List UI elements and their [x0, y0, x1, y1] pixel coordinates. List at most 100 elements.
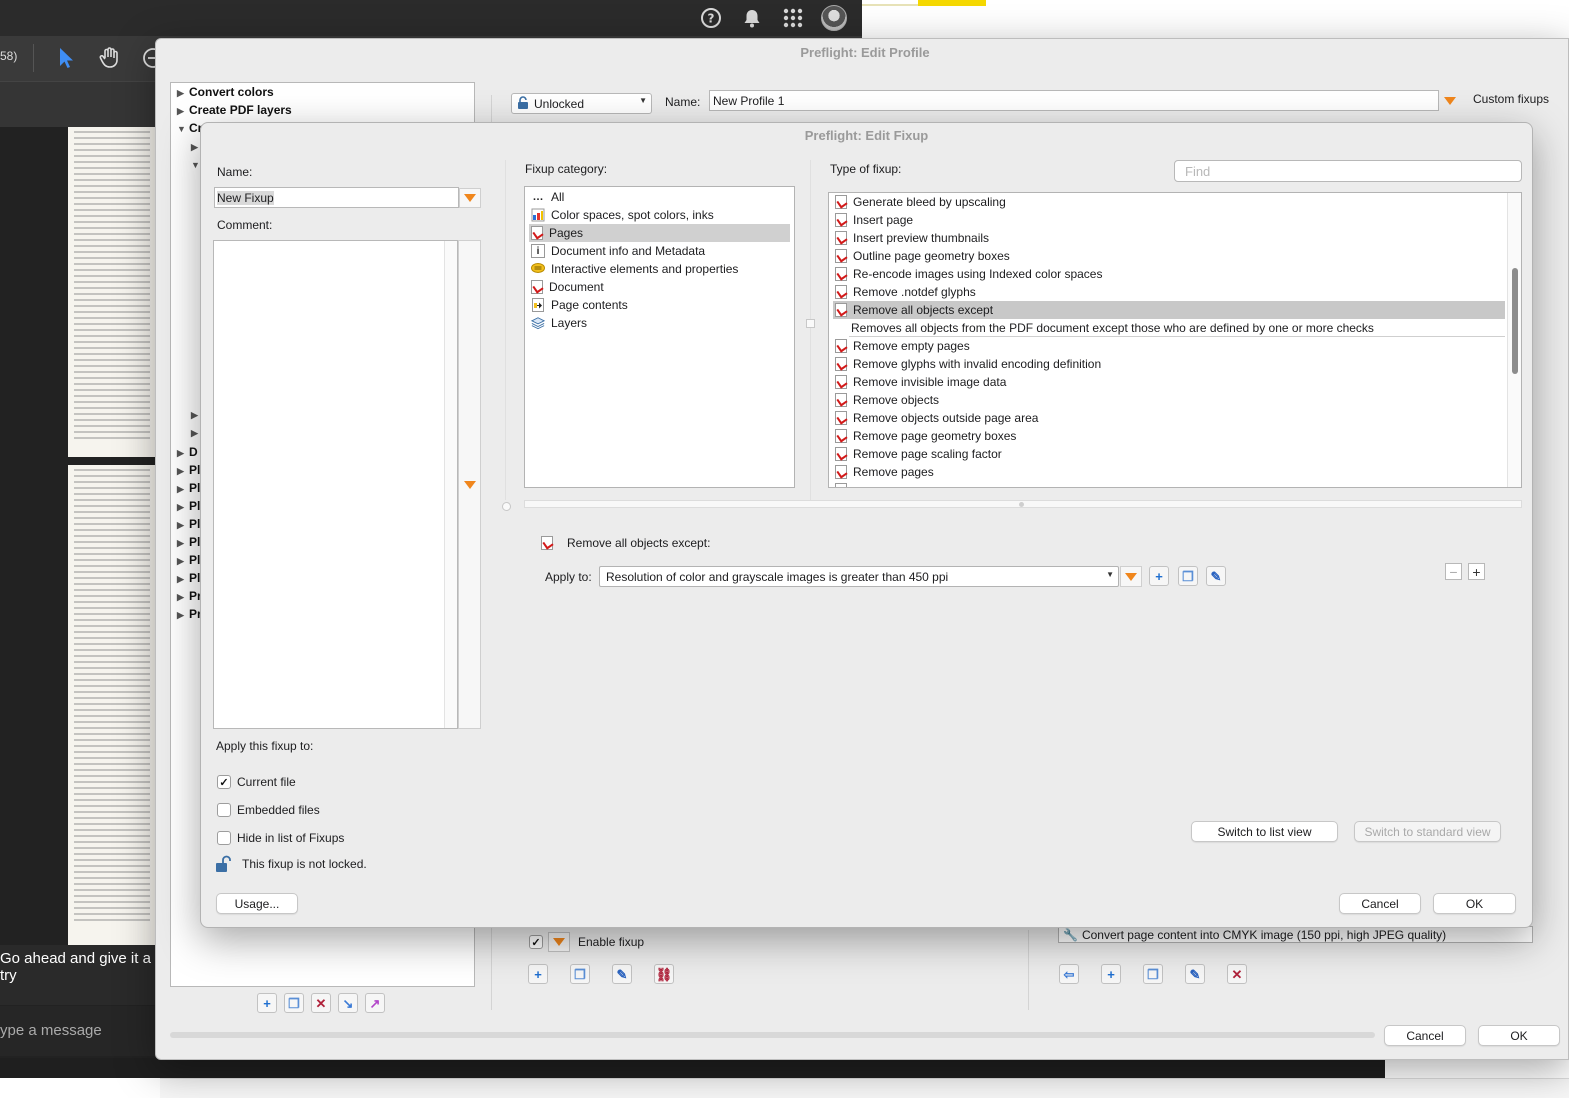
disclosure-right-icon[interactable]: ▶ [177, 574, 189, 585]
switch-to-list-view-button[interactable]: Switch to list view [1191, 821, 1338, 842]
embedded-files-checkbox[interactable] [217, 803, 231, 817]
avatar[interactable] [821, 5, 847, 31]
comment-scrollbar[interactable] [444, 241, 457, 728]
fixup-cancel-button[interactable]: Cancel [1339, 893, 1421, 914]
hide-in-list-checkbox[interactable] [217, 831, 231, 845]
fixup-category-list[interactable]: … All Color spaces, spot colors, inks Pag… [524, 186, 795, 488]
category-item-document[interactable]: Document [529, 278, 790, 296]
fixup-type-item[interactable]: Remove invisible image data [833, 373, 1505, 391]
profile-cancel-button[interactable]: Cancel [1384, 1025, 1466, 1046]
fixup-name-menu-button[interactable] [459, 188, 481, 208]
new-profile-button[interactable]: + [257, 993, 277, 1013]
fixup-type-item[interactable]: Insert preview thumbnails [833, 229, 1505, 247]
profile-name-menu-button[interactable] [1439, 91, 1461, 111]
tree-item[interactable]: ▶ Pr [177, 589, 202, 607]
enable-fixup-checkbox[interactable]: ✓ [529, 935, 543, 949]
category-item-layers[interactable]: Layers [529, 314, 790, 332]
export-profile-button[interactable]: ↗ [365, 993, 385, 1013]
enable-fixup-menu-button[interactable] [548, 932, 570, 952]
tree-item[interactable]: ▼ Cr [177, 121, 202, 139]
tree-item[interactable]: ▶ Pl [177, 481, 200, 499]
link-fixup-button[interactable]: ⛓ [654, 964, 674, 984]
duplicate-fixup-button[interactable]: ❐ [570, 964, 590, 984]
disclosure-right-icon[interactable]: ▶ [177, 538, 189, 549]
category-item-page-contents[interactable]: Page contents [529, 296, 790, 314]
profile-ok-button[interactable]: OK [1478, 1025, 1560, 1046]
disclosure-right-icon[interactable]: ▶ [177, 556, 189, 567]
current-file-checkbox[interactable]: ✓ [217, 775, 231, 789]
delete-button[interactable]: ✕ [1227, 964, 1247, 984]
edit-check-button[interactable]: ✎ [1206, 566, 1226, 586]
unlock-icon[interactable] [214, 855, 232, 876]
fixup-type-item[interactable]: Remove .notdef glyphs [833, 283, 1505, 301]
fixup-type-item[interactable]: Re-encode images using Indexed color spa… [833, 265, 1505, 283]
disclosure-right-icon[interactable]: ▶ [177, 106, 189, 117]
select-pointer-icon[interactable] [56, 46, 76, 73]
lock-status-select[interactable]: Unlocked ▼ [511, 93, 652, 114]
tree-item[interactable]: ▶ Pl [177, 463, 200, 481]
disclosure-right-icon[interactable]: ▶ [177, 592, 189, 603]
fixup-type-item[interactable]: Remove empty pages [833, 337, 1505, 355]
category-item-pages[interactable]: Pages [529, 224, 790, 242]
tree-item[interactable]: ▶ Pl [177, 571, 200, 589]
disclosure-right-icon[interactable]: ▶ [177, 466, 189, 477]
splitter-grip[interactable] [1019, 502, 1024, 507]
profile-name-field[interactable]: New Profile 1 [709, 90, 1439, 111]
tree-item[interactable]: ▶ Pl [177, 535, 200, 553]
find-input[interactable]: Find [1174, 160, 1522, 182]
fixup-type-scrollbar[interactable] [1507, 193, 1521, 487]
category-item-all[interactable]: … All [529, 188, 790, 206]
profile-fixup-list[interactable]: 🔧 Convert page content into CMYK image (1… [1058, 926, 1533, 943]
profile-horizontal-scrollbar[interactable] [170, 1032, 1375, 1038]
fixup-type-item-partial[interactable] [833, 481, 1505, 487]
disclosure-right-icon[interactable]: ▶ [177, 484, 189, 495]
splitter-handle[interactable] [502, 502, 511, 511]
delete-profile-button[interactable]: ✕ [311, 993, 331, 1013]
tree-item[interactable]: ▶ Create PDF layers [177, 103, 292, 121]
fixup-type-item[interactable]: Remove pages [833, 463, 1505, 481]
apply-to-select[interactable]: Resolution of color and grayscale images… [599, 566, 1119, 587]
disclosure-right-icon[interactable]: ▶ [177, 502, 189, 513]
duplicate-profile-button[interactable]: ❐ [284, 993, 304, 1013]
disclosure-down-icon[interactable]: ▼ [177, 124, 189, 134]
comment-menu-button[interactable] [458, 240, 481, 729]
fixup-type-item[interactable]: Remove objects outside page area [833, 409, 1505, 427]
tree-item[interactable]: ▶ Pr [177, 607, 202, 625]
duplicate-check-button[interactable]: ❐ [1178, 566, 1198, 586]
apps-grid-icon[interactable] [781, 7, 805, 33]
add-button[interactable]: + [1101, 964, 1121, 984]
message-input[interactable]: ype a message [0, 1006, 156, 1056]
tree-item[interactable]: ▶ Pl [177, 499, 200, 517]
import-profile-button[interactable]: ↘ [338, 993, 358, 1013]
hand-tool-icon[interactable] [98, 46, 122, 73]
disclosure-right-icon[interactable]: ▶ [177, 88, 189, 99]
fixup-type-item[interactable]: Remove page scaling factor [833, 445, 1505, 463]
new-fixup-button[interactable]: + [528, 964, 548, 984]
tree-item[interactable]: ▶ Pl [177, 517, 200, 535]
category-item-color-spaces[interactable]: Color spaces, spot colors, inks [529, 206, 790, 224]
bell-icon[interactable] [740, 7, 764, 33]
tree-item[interactable]: ▶ Pl [177, 553, 200, 571]
disclosure-right-icon[interactable]: ▶ [177, 520, 189, 531]
apply-to-menu-button[interactable] [1120, 566, 1142, 587]
edit-fixup-button[interactable]: ✎ [612, 964, 632, 984]
edit-button[interactable]: ✎ [1185, 964, 1205, 984]
comment-textarea[interactable] [213, 240, 458, 729]
fixup-type-item[interactable]: Insert page [833, 211, 1505, 229]
zoom-icon[interactable] [142, 47, 156, 69]
category-item-document-info[interactable]: i Document info and Metadata [529, 242, 790, 260]
fixup-type-list[interactable]: Generate bleed by upscaling Insert page … [828, 192, 1522, 488]
remove-row-button[interactable]: − [1445, 563, 1462, 580]
fixup-type-scroll-thumb[interactable] [1512, 268, 1518, 374]
move-left-button[interactable]: ⇦ [1059, 964, 1079, 984]
add-row-button[interactable]: + [1468, 563, 1485, 580]
fixup-type-item[interactable]: Remove objects [833, 391, 1505, 409]
fixup-type-item[interactable]: Generate bleed by upscaling [833, 193, 1505, 211]
splitter-handle[interactable] [806, 319, 815, 328]
fixup-name-field[interactable]: New Fixup [214, 187, 459, 208]
fixup-type-item-selected[interactable]: Remove all objects except [833, 301, 1505, 319]
help-icon[interactable]: ? [699, 7, 723, 33]
disclosure-right-icon[interactable]: ▶ [177, 448, 189, 459]
disclosure-right-icon[interactable]: ▶ [177, 610, 189, 621]
fixup-ok-button[interactable]: OK [1433, 893, 1516, 914]
